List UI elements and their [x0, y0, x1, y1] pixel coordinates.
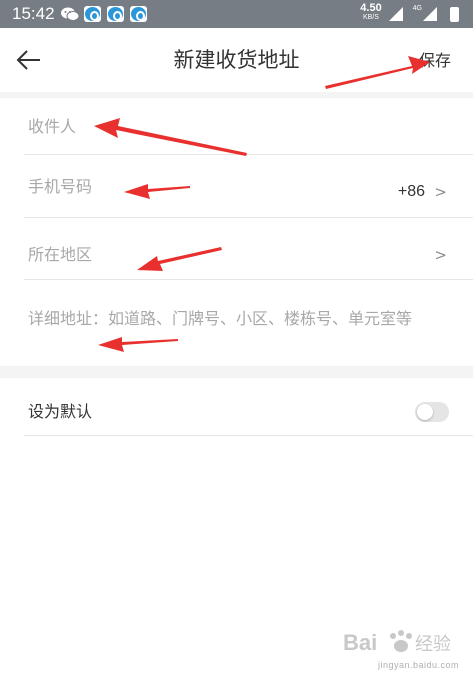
- wechat-icon: [61, 7, 80, 21]
- app-badge-icon: [130, 6, 147, 22]
- chevron-right-icon: >: [434, 246, 447, 264]
- status-bar: 15:42 4.50 KB/S 4G: [0, 0, 473, 28]
- status-time: 15:42: [12, 4, 55, 23]
- cell-signal-icon: [423, 7, 437, 21]
- page-title: 新建收货地址: [173, 48, 300, 72]
- region-row[interactable]: 所在地区 >: [24, 218, 473, 280]
- save-button[interactable]: 保存: [419, 50, 451, 72]
- network-speed-unit: KB/S: [363, 14, 379, 21]
- country-code[interactable]: +86: [398, 181, 425, 203]
- default-row: 设为默认: [24, 378, 473, 436]
- status-right: 4.50 KB/S 4G: [315, 0, 465, 28]
- section-divider: [0, 366, 473, 378]
- region-label: 所在地区: [28, 245, 93, 264]
- svg-text:Bai: Bai: [343, 630, 377, 655]
- toggle-knob: [417, 404, 433, 420]
- recipient-input[interactable]: [28, 98, 408, 154]
- address-row: [24, 280, 473, 366]
- network-speed: 4.50 KB/S: [357, 3, 385, 23]
- wifi-signal-icon: [389, 7, 403, 21]
- default-label: 设为默认: [28, 402, 93, 421]
- chevron-right-icon: >: [434, 183, 447, 201]
- phone-row: +86 >: [24, 155, 473, 218]
- phone-input[interactable]: [28, 155, 328, 217]
- app-badge-icon: [107, 6, 124, 22]
- network-type: 4G: [412, 5, 422, 12]
- app-badge-icon: [84, 6, 101, 22]
- screen: 15:42 4.50 KB/S 4G 新建收货地址 保存 收件人 手机号码 +8…: [0, 0, 473, 680]
- header: 新建收货地址 保存: [0, 28, 473, 92]
- network-speed-value: 4.50: [360, 2, 382, 14]
- recipient-row: [24, 98, 473, 155]
- address-input[interactable]: [28, 280, 468, 356]
- default-toggle[interactable]: [415, 402, 449, 422]
- watermark: Bai 经验 jingyan.baidu.com: [339, 624, 459, 670]
- svg-text:经验: 经验: [415, 634, 451, 655]
- baidu-jingyan-logo-icon: Bai 经验: [343, 630, 451, 655]
- battery-icon: [450, 7, 459, 22]
- watermark-domain: jingyan.baidu.com: [377, 660, 459, 670]
